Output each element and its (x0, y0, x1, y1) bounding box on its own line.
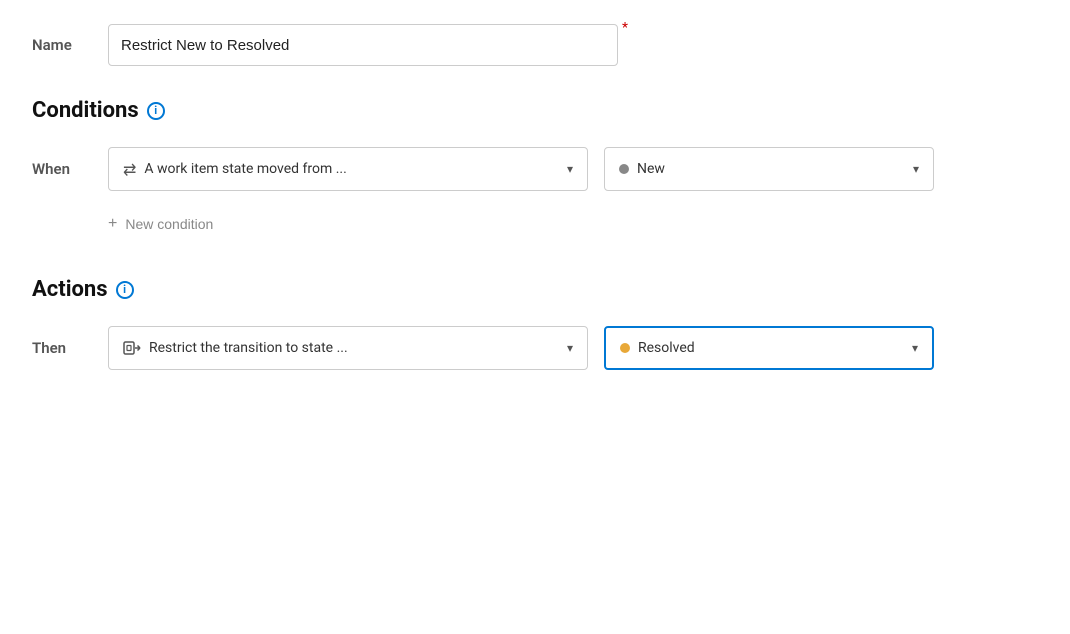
conditions-section: Conditions i When ⇄ A work item state mo… (32, 98, 1038, 237)
conditions-header: Conditions i (32, 98, 1038, 123)
restrict-svg (123, 341, 141, 355)
actions-header: Actions i (32, 277, 1038, 302)
state-new-chevron: ▾ (913, 162, 919, 176)
actions-info-icon[interactable]: i (116, 281, 134, 299)
name-input-wrapper: * (108, 24, 618, 66)
state-dropdown-new[interactable]: New ▾ (604, 147, 934, 191)
restrict-icon (123, 341, 141, 355)
new-condition-button[interactable]: + New condition (108, 211, 213, 237)
name-label: Name (32, 36, 92, 54)
actions-section: Actions i Then (32, 277, 1038, 370)
then-dropdown-content: Restrict the transition to state ... (123, 340, 557, 356)
when-dropdown-chevron: ▾ (567, 162, 573, 176)
then-dropdown[interactable]: Restrict the transition to state ... ▾ (108, 326, 588, 370)
state-new-text: New (637, 161, 665, 177)
conditions-title: Conditions (32, 98, 139, 123)
state-dropdown-resolved[interactable]: Resolved ▾ (604, 326, 934, 370)
name-input[interactable] (108, 24, 618, 66)
then-dropdown-text: Restrict the transition to state ... (149, 340, 348, 356)
then-label: Then (32, 339, 92, 357)
name-section: Name * (32, 24, 1038, 66)
conditions-info-icon[interactable]: i (147, 102, 165, 120)
when-label: When (32, 160, 92, 178)
page-container: Name * Conditions i When ⇄ A work item s… (0, 0, 1070, 394)
actions-title: Actions (32, 277, 108, 302)
new-condition-label: New condition (125, 216, 213, 232)
plus-icon: + (108, 215, 117, 233)
then-dropdown-chevron: ▾ (567, 341, 573, 355)
state-dot-orange (620, 343, 630, 353)
state-dot-grey (619, 164, 629, 174)
then-row: Then Restrict the transition t (32, 326, 1038, 370)
required-asterisk: * (622, 20, 628, 36)
when-row: When ⇄ A work item state moved from ... … (32, 147, 1038, 191)
when-dropdown-content: ⇄ A work item state moved from ... (123, 160, 557, 179)
state-resolved-chevron: ▾ (912, 341, 918, 355)
state-resolved-text: Resolved (638, 340, 695, 356)
state-dropdown-new-content: New (619, 161, 903, 177)
when-dropdown[interactable]: ⇄ A work item state moved from ... ▾ (108, 147, 588, 191)
transfer-icon: ⇄ (123, 160, 136, 179)
when-dropdown-text: A work item state moved from ... (144, 161, 346, 177)
state-dropdown-resolved-content: Resolved (620, 340, 902, 356)
